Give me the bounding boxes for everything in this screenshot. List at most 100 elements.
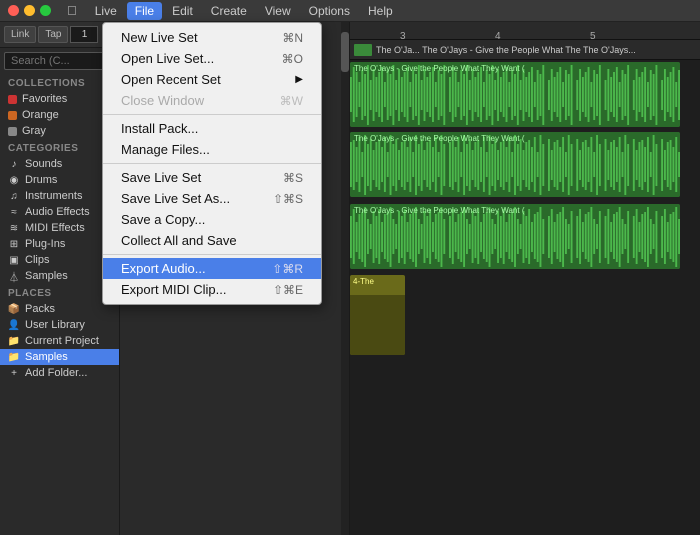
samples-place-icon: 📁 bbox=[8, 351, 20, 363]
menu-item-manage-files[interactable]: Manage Files... bbox=[103, 139, 321, 160]
orange-dot bbox=[8, 111, 17, 120]
add-folder-icon: + bbox=[8, 367, 20, 379]
sidebar-item-user-library[interactable]: 👤 User Library bbox=[0, 317, 119, 333]
sidebar-item-samples-place[interactable]: 📁 Samples bbox=[0, 349, 119, 365]
traffic-lights bbox=[8, 5, 51, 16]
sidebar-item-label: Current Project bbox=[25, 335, 99, 347]
sidebar-item-label: Packs bbox=[25, 303, 55, 315]
menu-item-label: Export MIDI Clip... bbox=[121, 282, 226, 297]
menu-item-label: Close Window bbox=[121, 93, 204, 108]
plugins-icon: ⊞ bbox=[8, 238, 20, 250]
menu-item-open-recent[interactable]: Open Recent Set ▶ bbox=[103, 69, 321, 90]
sidebar-item-label: Sounds bbox=[25, 158, 62, 170]
submenu-arrow-icon: ▶ bbox=[295, 74, 303, 85]
yellow-clip-bg bbox=[350, 295, 405, 355]
menu-item-shortcut: ⌘N bbox=[282, 31, 303, 45]
track-clip-2[interactable]: The O'Jays - Give the People What They W… bbox=[350, 132, 680, 197]
menu-item-shortcut: ⇧⌘S bbox=[273, 192, 303, 206]
menu-item-collect-all[interactable]: Collect All and Save bbox=[103, 230, 321, 251]
file-dropdown-menu[interactable]: New Live Set ⌘N Open Live Set... ⌘O Open… bbox=[102, 22, 322, 305]
tap-button[interactable]: Tap bbox=[38, 26, 68, 43]
menubar:  Live File Edit Create View Options Hel… bbox=[0, 0, 700, 22]
menu-separator bbox=[103, 114, 321, 115]
audio-effects-icon: ≈ bbox=[8, 206, 20, 218]
menu-item-shortcut: ⌘S bbox=[283, 171, 303, 185]
clip-inner-label: The O'Jays - Give the People What They W… bbox=[354, 64, 524, 73]
clip-inner-label-3: The O'Jays - Give the People What They W… bbox=[354, 206, 524, 215]
menu-item-shortcut: ⇧⌘E bbox=[273, 283, 303, 297]
sidebar-item-label: Gray bbox=[22, 125, 46, 137]
track-area: 3 4 5 The O'Ja... The O'Jays - Give the … bbox=[350, 22, 700, 535]
bpm-display: 1 bbox=[70, 26, 98, 43]
sidebar-item-label: Instruments bbox=[25, 190, 82, 202]
apple-menu[interactable]:  bbox=[59, 3, 85, 18]
sounds-icon: ♪ bbox=[8, 158, 20, 170]
track-clip-1[interactable]: The O'Jays - Give the People What They W… bbox=[350, 62, 680, 127]
menu-separator-2 bbox=[103, 163, 321, 164]
menu-item-save-live-set-as[interactable]: Save Live Set As... ⇧⌘S bbox=[103, 188, 321, 209]
current-project-icon: 📁 bbox=[8, 335, 20, 347]
menu-item-close-window[interactable]: Close Window ⌘W bbox=[103, 90, 321, 111]
sidebar-item-label: Drums bbox=[25, 174, 57, 186]
sidebar-item-label: User Library bbox=[25, 319, 85, 331]
menu-item-label: Manage Files... bbox=[121, 142, 210, 157]
link-button[interactable]: Link bbox=[4, 26, 36, 43]
menubar-help[interactable]: Help bbox=[360, 2, 401, 20]
zoom-button[interactable] bbox=[40, 5, 51, 16]
sidebar-item-add-folder[interactable]: + Add Folder... bbox=[0, 365, 119, 381]
menu-item-label: Save a Copy... bbox=[121, 212, 205, 227]
sidebar-item-packs[interactable]: 📦 Packs bbox=[0, 301, 119, 317]
samples-icon: ⏃ bbox=[8, 270, 20, 282]
menu-item-install-pack[interactable]: Install Pack... bbox=[103, 118, 321, 139]
menubar-create[interactable]: Create bbox=[203, 2, 255, 20]
sidebar-item-label: Samples bbox=[25, 351, 68, 363]
menu-item-shortcut: ⌘O bbox=[282, 52, 303, 66]
menu-item-label: Collect All and Save bbox=[121, 233, 237, 248]
track-clip-3[interactable]: The O'Jays - Give the People What They W… bbox=[350, 204, 680, 269]
clip-label-top: The O'Ja... The O'Jays - Give the People… bbox=[376, 45, 636, 55]
sidebar-item-label: MIDI Effects bbox=[25, 222, 85, 234]
instruments-icon: ♫ bbox=[8, 190, 20, 202]
menu-item-label: Save Live Set As... bbox=[121, 191, 230, 206]
sidebar-item-label: Plug-Ins bbox=[25, 238, 65, 250]
menu-item-label: Open Live Set... bbox=[121, 51, 214, 66]
menu-item-label: Open Recent Set bbox=[121, 72, 221, 87]
timeline-ruler: 3 4 5 bbox=[350, 22, 700, 40]
clip-inner-label-2: The O'Jays - Give the People What They W… bbox=[354, 134, 524, 143]
menu-item-open-live-set[interactable]: Open Live Set... ⌘O bbox=[103, 48, 321, 69]
menu-item-export-midi[interactable]: Export MIDI Clip... ⇧⌘E bbox=[103, 279, 321, 300]
menu-item-shortcut: ⌘W bbox=[280, 94, 303, 108]
menu-item-label: Save Live Set bbox=[121, 170, 201, 185]
menubar-live[interactable]: Live bbox=[87, 2, 125, 20]
track-color-indicator bbox=[354, 44, 372, 56]
sidebar-item-label: Favorites bbox=[22, 93, 67, 105]
packs-icon: 📦 bbox=[8, 303, 20, 315]
menubar-edit[interactable]: Edit bbox=[164, 2, 201, 20]
menu-separator-3 bbox=[103, 254, 321, 255]
menu-item-label: Export Audio... bbox=[121, 261, 206, 276]
search-input[interactable] bbox=[4, 52, 115, 70]
sidebar-item-label: Orange bbox=[22, 109, 59, 121]
drums-icon: ◉ bbox=[8, 174, 20, 186]
sidebar-item-label: Clips bbox=[25, 254, 49, 266]
track-clip-yellow[interactable]: 4-The bbox=[350, 275, 405, 355]
favorites-dot bbox=[8, 95, 17, 104]
menu-item-label: Install Pack... bbox=[121, 121, 198, 136]
minimize-button[interactable] bbox=[24, 5, 35, 16]
menu-item-save-live-set[interactable]: Save Live Set ⌘S bbox=[103, 167, 321, 188]
menubar-options[interactable]: Options bbox=[301, 2, 358, 20]
menu-item-new-live-set[interactable]: New Live Set ⌘N bbox=[103, 27, 321, 48]
yellow-clip-label: 4-The bbox=[353, 277, 374, 286]
menubar-view[interactable]: View bbox=[257, 2, 299, 20]
menu-item-label: New Live Set bbox=[121, 30, 198, 45]
menu-item-shortcut: ⇧⌘R bbox=[272, 262, 303, 276]
sidebar-item-label: Samples bbox=[25, 270, 68, 282]
sidebar-item-label: Audio Effects bbox=[25, 206, 90, 218]
menubar-file[interactable]: File bbox=[127, 2, 162, 20]
sidebar-item-current-project[interactable]: 📁 Current Project bbox=[0, 333, 119, 349]
sidebar-item-label: Add Folder... bbox=[25, 367, 87, 379]
close-button[interactable] bbox=[8, 5, 19, 16]
menu-item-export-audio[interactable]: Export Audio... ⇧⌘R bbox=[103, 258, 321, 279]
midi-effects-icon: ≋ bbox=[8, 222, 20, 234]
menu-item-save-copy[interactable]: Save a Copy... bbox=[103, 209, 321, 230]
